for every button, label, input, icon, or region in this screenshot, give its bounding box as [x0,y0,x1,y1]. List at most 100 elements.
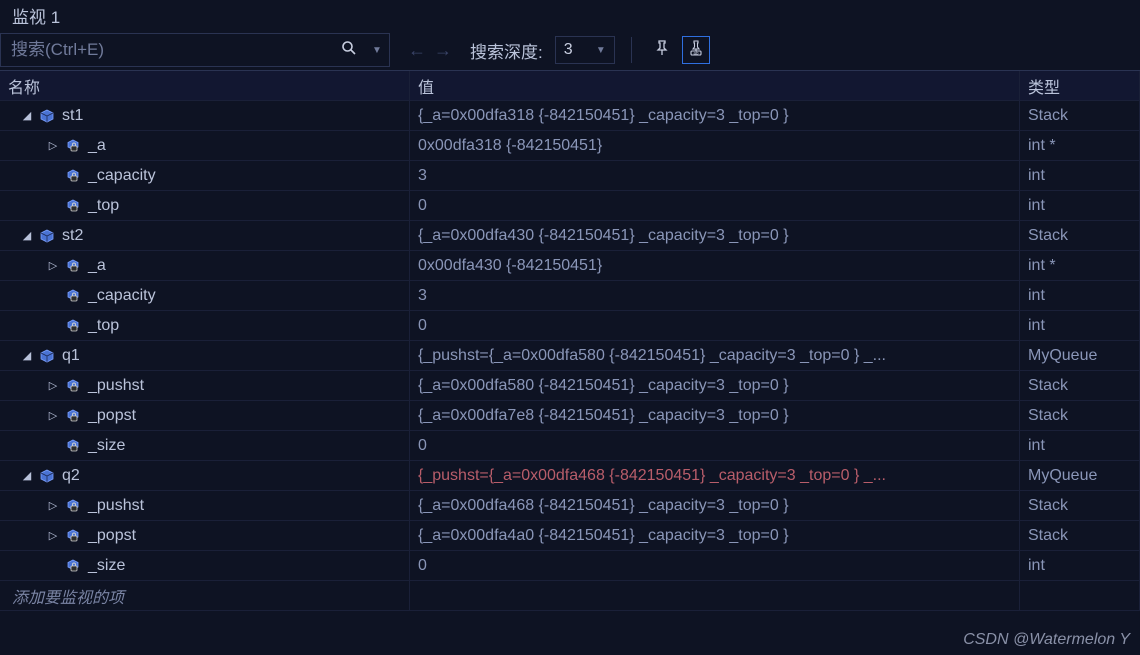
cell-type: int [1020,311,1140,340]
cell-name[interactable]: ◢st2 [0,221,410,250]
cell-name[interactable]: ▷ _pushst [0,491,410,520]
variable-value: {_a=0x00dfa318 {-842150451} _capacity=3 … [418,107,789,125]
variable-name: q2 [62,467,80,485]
expander-closed-icon[interactable]: ▷ [46,409,60,423]
cell-name[interactable]: _size [0,551,410,580]
variable-value: 0 [418,317,427,335]
variable-name: _capacity [88,287,156,305]
table-row[interactable]: _capacity3int [0,281,1140,311]
field-icon [64,197,82,215]
cell-value[interactable]: 0x00dfa318 {-842150451} [410,131,1020,160]
cell-value[interactable]: {_a=0x00dfa4a0 {-842150451} _capacity=3 … [410,521,1020,550]
variable-value: {_a=0x00dfa468 {-842150451} _capacity=3 … [418,497,789,515]
table-row[interactable]: _size0int [0,551,1140,581]
cell-name[interactable]: _top [0,191,410,220]
variable-value: 3 [418,167,427,185]
field-icon [64,527,82,545]
cell-value[interactable]: 0 [410,551,1020,580]
table-row[interactable]: _capacity3int [0,161,1140,191]
col-header-value[interactable]: 值 [410,71,1020,100]
cell-value[interactable]: 0x00dfa430 {-842150451} [410,251,1020,280]
variable-name: _pushst [88,377,144,395]
table-row[interactable]: ▷_popst{_a=0x00dfa4a0 {-842150451} _capa… [0,521,1140,551]
col-header-name[interactable]: 名称 [0,71,410,100]
variable-name: _top [88,197,119,215]
cell-name[interactable]: _capacity [0,161,410,190]
cell-type: int [1020,431,1140,460]
cell-value[interactable]: {_pushst={_a=0x00dfa468 {-842150451} _ca… [410,461,1020,490]
cell-name[interactable]: ◢st1 [0,101,410,130]
table-row[interactable]: _size 0 int [0,431,1140,461]
table-row[interactable]: ◢st1 {_a=0x00dfa318 {-842150451} _capacit… [0,101,1140,131]
field-icon [64,377,82,395]
cell-value[interactable]: {_a=0x00dfa430 {-842150451} _capacity=3 … [410,221,1020,250]
cell-value[interactable]: 0 [410,311,1020,340]
cell-name[interactable]: ◢q1 [0,341,410,370]
expander-closed-icon[interactable]: ▷ [46,259,60,273]
search-box[interactable]: ▼ [0,33,390,67]
expander-open-icon[interactable]: ◢ [20,469,34,483]
expander-closed-icon[interactable]: ▷ [46,379,60,393]
table-row[interactable]: ▷ _pushst {_a=0x00dfa468 {-842150451} _cap… [0,491,1140,521]
object-icon [38,467,56,485]
expander-open-icon[interactable]: ◢ [20,229,34,243]
cell-name[interactable]: ▷_popst [0,521,410,550]
cell-value[interactable]: {_a=0x00dfa580 {-842150451} _capacity=3 … [410,371,1020,400]
cell-type: int [1020,191,1140,220]
variable-name: _pushst [88,497,144,515]
add-watch-row[interactable]: 添加要监视的项 [0,581,1140,611]
cell-value[interactable]: {_a=0x00dfa468 {-842150451} _capacity=3 … [410,491,1020,520]
cell-value[interactable]: 3 [410,161,1020,190]
cell-value[interactable]: 0 [410,191,1020,220]
table-row[interactable]: _top 0int [0,191,1140,221]
add-watch-placeholder[interactable]: 添加要监视的项 [0,581,410,610]
toolbar: ▼ ← → 搜索深度: 3 ▼ ab [0,30,1140,70]
col-header-type[interactable]: 类型 [1020,71,1140,100]
highlight-matches-button[interactable]: ab [682,36,710,64]
variable-type: int [1028,437,1045,455]
pin-icon [654,40,670,61]
cell-name[interactable]: _top [0,311,410,340]
search-input[interactable] [1,40,329,60]
table-row[interactable]: ▷ _pushst {_a=0x00dfa580 {-842150451} _cap… [0,371,1140,401]
cell-value[interactable]: {_a=0x00dfa318 {-842150451} _capacity=3 … [410,101,1020,130]
table-row[interactable]: ◢ q2 {_pushst={_a=0x00dfa468 {-842150451} … [0,461,1140,491]
expander-open-icon[interactable]: ◢ [20,349,34,363]
cell-value[interactable]: 3 [410,281,1020,310]
table-row[interactable]: _top 0 int [0,311,1140,341]
field-icon [64,497,82,515]
table-row[interactable]: ▷_a0x00dfa430 {-842150451}int * [0,251,1140,281]
expander-closed-icon[interactable]: ▷ [46,529,60,543]
variable-value: 0 [418,437,427,455]
cell-type: int * [1020,131,1140,160]
cell-name[interactable]: _capacity [0,281,410,310]
cell-name[interactable]: ▷_a [0,131,410,160]
variable-name: _capacity [88,167,156,185]
cell-name[interactable]: ▷ _pushst [0,371,410,400]
expander-closed-icon[interactable]: ▷ [46,499,60,513]
arrow-left-icon: ← [408,40,426,61]
table-row[interactable]: ◢q1 {_pushst={_a=0x00dfa580 {-842150451} … [0,341,1140,371]
pin-button[interactable] [648,36,676,64]
search-button[interactable] [329,34,369,66]
search-depth-select[interactable]: 3 ▼ [555,36,615,64]
cell-name[interactable]: ◢ q2 [0,461,410,490]
search-dropdown-button[interactable]: ▼ [369,45,385,56]
variable-value: {_pushst={_a=0x00dfa580 {-842150451} _ca… [418,347,886,365]
cell-name[interactable]: ▷ _a [0,251,410,280]
variable-value: 3 [418,287,427,305]
variable-type: Stack [1028,227,1068,245]
expander-open-icon[interactable]: ◢ [20,109,34,123]
cell-name[interactable]: ▷_popst [0,401,410,430]
table-row[interactable]: ▷_a0x00dfa318 {-842150451}int * [0,131,1140,161]
cell-value[interactable]: 0 [410,431,1020,460]
field-icon [64,287,82,305]
table-row[interactable]: ◢st2{_a=0x00dfa430 {-842150451} _capacit… [0,221,1140,251]
cell-value[interactable]: {_pushst={_a=0x00dfa580 {-842150451} _ca… [410,341,1020,370]
variable-value: {_a=0x00dfa7e8 {-842150451} _capacity=3 … [418,407,789,425]
cell-name[interactable]: _size [0,431,410,460]
cell-value[interactable]: {_a=0x00dfa7e8 {-842150451} _capacity=3 … [410,401,1020,430]
expander-closed-icon[interactable]: ▷ [46,139,60,153]
variable-name: _a [88,257,106,275]
table-row[interactable]: ▷_popst {_a=0x00dfa7e8 {-842150451} _capa… [0,401,1140,431]
